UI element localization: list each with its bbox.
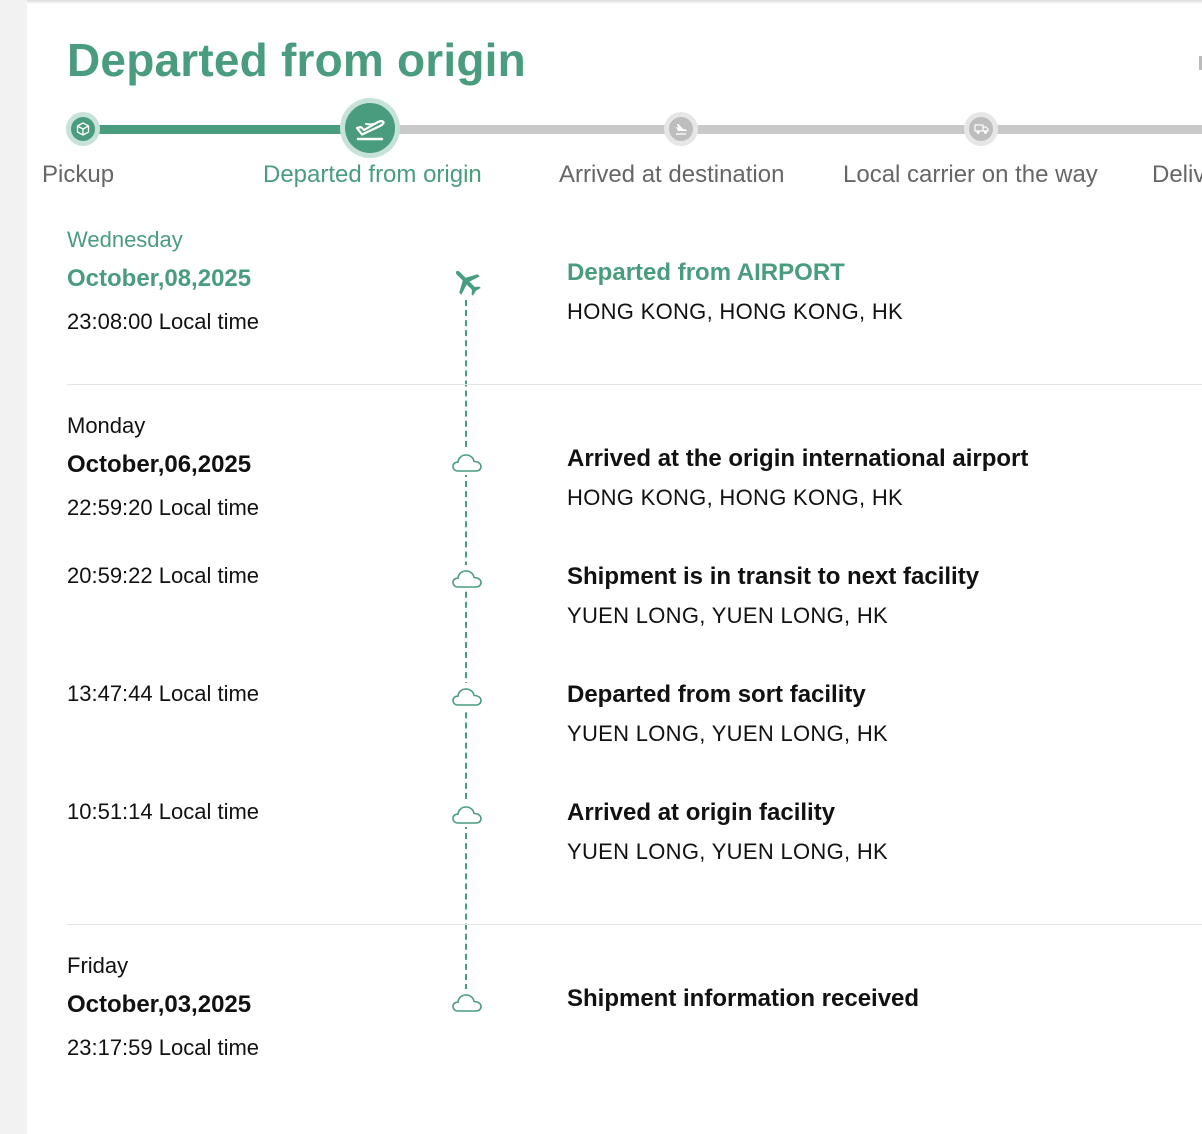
left-gutter [0, 0, 27, 1134]
group-divider [67, 924, 1202, 925]
cloud-icon [451, 449, 483, 475]
group-weekday: Monday [67, 413, 146, 438]
step-departed-from-origin[interactable] [340, 98, 400, 158]
step-label-local-carrier: Local carrier on the way [843, 161, 1098, 188]
event-time: 23:17:59 Local time [67, 1035, 260, 1060]
plane-landing-icon [669, 117, 693, 141]
cloud-icon [451, 565, 483, 591]
event-location: HONG KONG, HONG KONG, HK [567, 299, 904, 324]
event-time: 20:59:22 Local time [67, 563, 260, 588]
event-location: YUEN LONG, YUEN LONG, HK [567, 603, 888, 628]
event-title: Shipment information received [567, 985, 920, 1012]
event-title: Arrived at the origin international airp… [567, 445, 1029, 472]
event-time: 13:47:44 Local time [67, 681, 260, 706]
group-date: October,08,2025 [67, 265, 252, 292]
plane-icon [449, 264, 485, 300]
truck-icon [969, 117, 993, 141]
progress-track-pending [370, 125, 1202, 134]
group-weekday: Friday [67, 953, 129, 978]
group-weekday: Wednesday [67, 227, 183, 252]
cloud-icon [451, 683, 483, 709]
timeline-connector [465, 300, 467, 990]
top-shadow [27, 0, 1202, 4]
event-time: 23:08:00 Local time [67, 309, 260, 334]
step-label-arrived: Arrived at destination [559, 161, 785, 188]
step-local-carrier[interactable] [964, 112, 998, 146]
event-time: 10:51:14 Local time [67, 799, 260, 824]
group-date: October,03,2025 [67, 991, 252, 1018]
event-title: Shipment is in transit to next facility [567, 563, 980, 590]
package-icon [71, 117, 95, 141]
cloud-icon [451, 989, 483, 1015]
event-location: YUEN LONG, YUEN LONG, HK [567, 839, 888, 864]
event-location: YUEN LONG, YUEN LONG, HK [567, 721, 888, 746]
group-divider [67, 384, 1202, 385]
group-date: October,06,2025 [67, 451, 252, 478]
page-title: Departed from origin [67, 34, 526, 86]
step-label-pickup: Pickup [42, 161, 115, 188]
step-arrived-at-destination[interactable] [664, 112, 698, 146]
event-location: HONG KONG, HONG KONG, HK [567, 485, 904, 510]
cloud-icon [451, 801, 483, 827]
event-title: Departed from sort facility [567, 681, 866, 708]
step-label-departed: Departed from origin [263, 161, 482, 188]
plane-takeoff-icon [345, 103, 395, 153]
event-title: Departed from AIRPORT [567, 259, 845, 286]
event-time: 22:59:20 Local time [67, 495, 260, 520]
progress-track-completed [84, 125, 374, 134]
step-pickup[interactable] [66, 112, 100, 146]
event-title: Arrived at origin facility [567, 799, 836, 826]
step-label-delivered: Deliv [1152, 161, 1202, 188]
